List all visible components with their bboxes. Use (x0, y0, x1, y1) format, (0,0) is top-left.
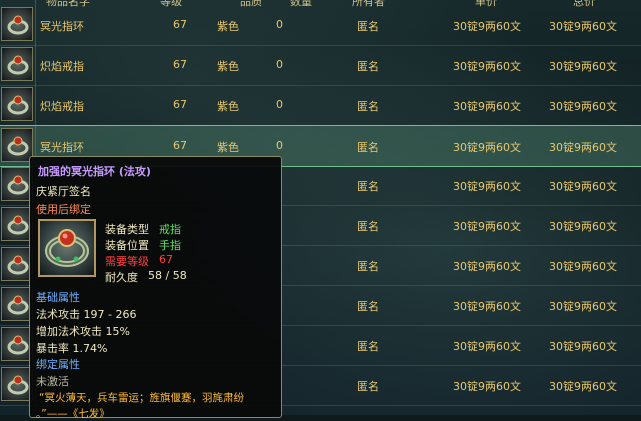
item-quality: 紫色 (217, 100, 239, 113)
flavor-text: 。”——《七发》 (36, 408, 110, 420)
item-name: 炽焰戒指 (40, 60, 84, 73)
item-count: 0 (276, 18, 283, 31)
unit-price: 30锭9两60文 (453, 20, 521, 33)
table-row[interactable]: 冥光指环 67 紫色 0 匿名 30锭9两60文 30锭9两60文 (0, 5, 641, 46)
item-seller: 匿名 (357, 260, 379, 273)
total-price: 30锭9两60文 (549, 100, 617, 113)
item-name: 冥光指环 (40, 20, 84, 33)
equip-slot-label: 装备位置 (105, 239, 149, 252)
tooltip-bind-status: 使用后绑定 (36, 203, 91, 216)
item-name: 冥光指环 (40, 141, 84, 154)
total-price: 30锭9两60文 (549, 220, 617, 233)
total-price: 30锭9两60文 (549, 260, 617, 273)
equip-type-label: 装备类型 (105, 223, 149, 236)
req-level-value: 67 (159, 253, 173, 266)
unit-price: 30锭9两60文 (453, 260, 521, 273)
flavor-text: “冥火薄天，兵车雷运；旌旗偃蹇，羽旄肃纷 (39, 392, 244, 404)
unit-price: 30锭9两60文 (453, 340, 521, 353)
item-tooltip: 加强的冥光指环 (法攻) 庆紧厅签名 使用后绑定 装备类型 戒指 装备位置 手指… (29, 156, 282, 420)
item-seller: 匿名 (357, 300, 379, 313)
bound-attr-section: 绑定属性 (36, 358, 80, 371)
inactive-status: 未激活 (36, 375, 69, 388)
item-seller: 匿名 (357, 141, 379, 154)
table-row[interactable]: 炽焰戒指 67 紫色 0 匿名 30锭9两60文 30锭9两60文 (0, 85, 641, 126)
unit-price: 30锭9两60文 (453, 380, 521, 393)
tooltip-maker: 庆紧厅签名 (36, 185, 91, 198)
tooltip-title: 加强的冥光指环 (法攻) (38, 165, 151, 178)
total-price: 30锭9两60文 (549, 60, 617, 73)
item-seller: 匿名 (357, 220, 379, 233)
unit-price: 30锭9两60文 (453, 141, 521, 154)
equip-type-value: 戒指 (159, 223, 181, 236)
item-level: 67 (173, 98, 187, 111)
ring-icon (38, 219, 96, 277)
item-count: 0 (276, 58, 283, 71)
unit-price: 30锭9两60文 (453, 220, 521, 233)
item-quality: 紫色 (217, 20, 239, 33)
stat-line: 法术攻击 197 - 266 (36, 308, 137, 321)
item-seller: 匿名 (357, 180, 379, 193)
total-price: 30锭9两60文 (549, 300, 617, 313)
unit-price: 30锭9两60文 (453, 180, 521, 193)
total-price: 30锭9两60文 (549, 340, 617, 353)
ring-icon[interactable] (1, 87, 33, 121)
ring-icon[interactable] (1, 128, 33, 162)
item-level: 67 (173, 18, 187, 31)
unit-price: 30锭9两60文 (453, 300, 521, 313)
unit-price: 30锭9两60文 (453, 100, 521, 113)
item-quality: 紫色 (217, 141, 239, 154)
equip-slot-value: 手指 (159, 239, 181, 252)
item-seller: 匿名 (357, 20, 379, 33)
item-seller: 匿名 (357, 100, 379, 113)
item-seller: 匿名 (357, 60, 379, 73)
table-row[interactable]: 炽焰戒指 67 紫色 0 匿名 30锭9两60文 30锭9两60文 (0, 45, 641, 86)
item-quality: 紫色 (217, 60, 239, 73)
item-seller: 匿名 (357, 380, 379, 393)
durability-label: 耐久度 (105, 271, 138, 284)
item-count: 0 (276, 98, 283, 111)
total-price: 30锭9两60文 (549, 380, 617, 393)
stat-line: 暴击率 1.74% (36, 342, 108, 355)
item-level: 67 (173, 139, 187, 152)
durability-value: 58 / 58 (148, 269, 187, 282)
item-seller: 匿名 (357, 340, 379, 353)
item-name: 炽焰戒指 (40, 100, 84, 113)
req-level-label: 需要等级 (105, 255, 149, 268)
unit-price: 30锭9两60文 (453, 60, 521, 73)
stat-line: 增加法术攻击 15% (36, 325, 130, 338)
total-price: 30锭9两60文 (549, 180, 617, 193)
total-price: 30锭9两60文 (549, 141, 617, 154)
item-count: 0 (276, 139, 283, 152)
ring-icon[interactable] (1, 7, 33, 41)
ring-icon[interactable] (1, 47, 33, 81)
base-attr-section: 基础属性 (36, 291, 80, 304)
item-level: 67 (173, 58, 187, 71)
total-price: 30锭9两60文 (549, 20, 617, 33)
